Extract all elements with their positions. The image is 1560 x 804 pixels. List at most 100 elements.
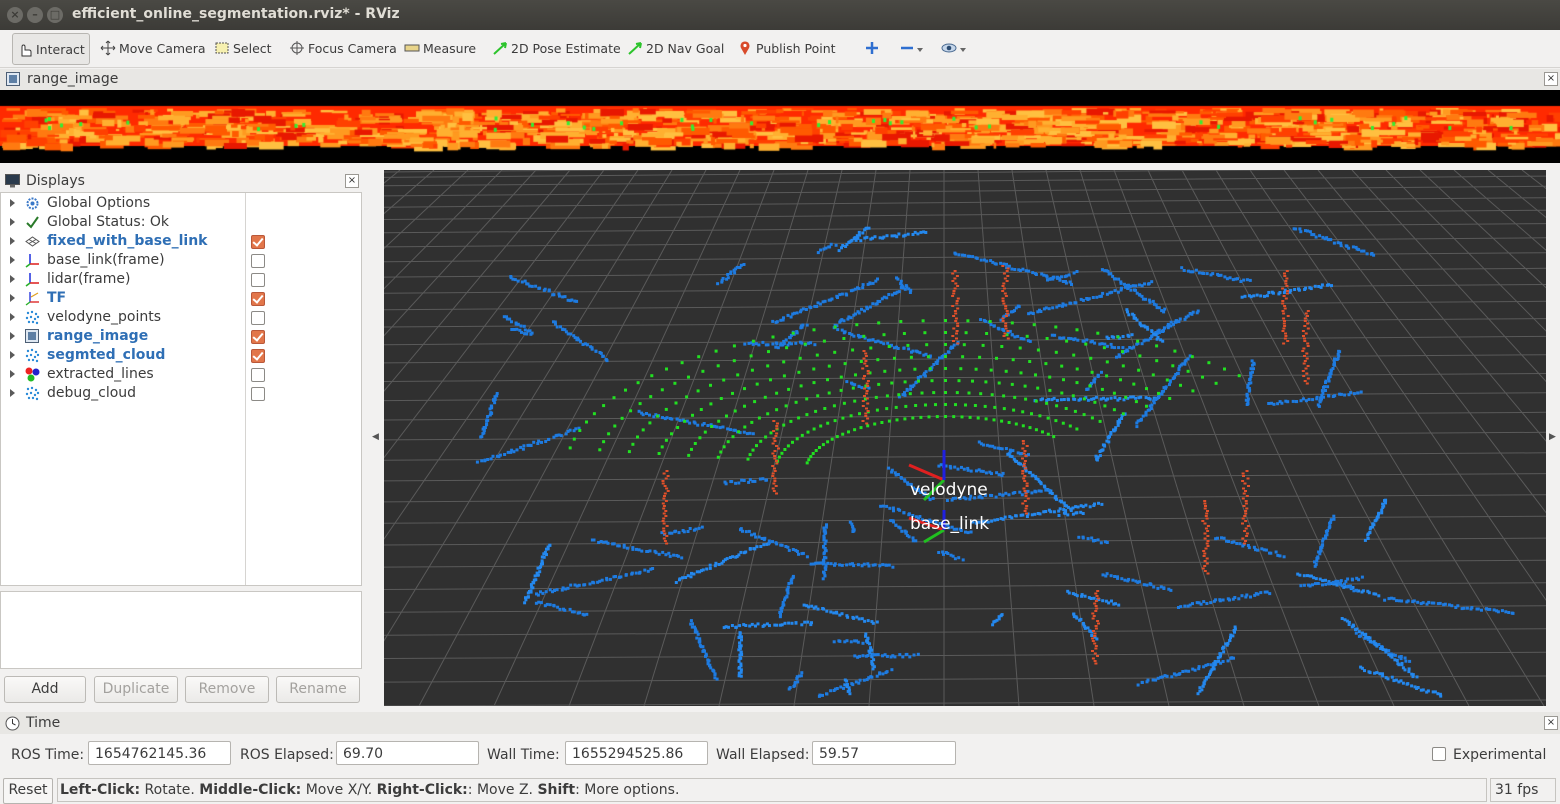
display-enabled-checkbox[interactable] xyxy=(251,330,265,344)
display-label: velodyne_points xyxy=(47,309,162,325)
display-label: lidar(frame) xyxy=(47,271,131,287)
display-enabled-checkbox[interactable] xyxy=(251,292,265,306)
tool-measure[interactable]: Measure xyxy=(400,33,480,63)
displays-panel: Displays × Global Options Global Status: … xyxy=(0,170,362,710)
display-enabled-checkbox[interactable] xyxy=(251,273,265,287)
display-label: segmted_cloud xyxy=(47,347,166,363)
maximize-window-button[interactable]: □ xyxy=(47,7,63,23)
rename-button[interactable]: Rename xyxy=(276,676,360,703)
expand-arrow-icon[interactable] xyxy=(10,294,15,302)
tool-select[interactable]: Select xyxy=(210,33,276,63)
plus-icon xyxy=(864,40,880,56)
tool-publish-point[interactable]: Publish Point xyxy=(733,33,840,63)
close-window-button[interactable]: × xyxy=(7,7,23,23)
display-row[interactable]: range_image xyxy=(1,327,361,346)
minimize-window-button[interactable]: – xyxy=(27,7,43,23)
tool-label: 2D Pose Estimate xyxy=(511,40,621,56)
monitor-icon xyxy=(5,174,20,192)
title-bar: × – □ efficient_online_segmentation.rviz… xyxy=(0,0,1560,30)
time-row: ROS Time: 1654762145.36 ROS Elapsed: 69.… xyxy=(0,741,1560,767)
display-description-box xyxy=(0,591,362,669)
expand-arrow-icon[interactable] xyxy=(10,332,15,340)
expand-arrow-icon[interactable] xyxy=(10,199,15,207)
experimental-checkbox[interactable] xyxy=(1432,747,1446,761)
remove-button[interactable]: Remove xyxy=(185,676,269,703)
display-row[interactable]: TF xyxy=(1,289,361,308)
display-label: TF xyxy=(47,290,67,306)
add-button[interactable]: Add xyxy=(4,676,86,703)
nav-goal-icon xyxy=(627,40,643,56)
ros-elapsed-field[interactable]: 69.70 xyxy=(336,741,479,765)
move-camera-icon xyxy=(100,40,116,56)
ros-time-field[interactable]: 1654762145.36 xyxy=(88,741,231,765)
pose-estimate-icon xyxy=(492,40,508,56)
hint-desc: : More options. xyxy=(575,782,680,798)
collapse-left-icon[interactable]: ◀ xyxy=(372,432,379,442)
wall-elapsed-field[interactable]: 59.57 xyxy=(812,741,956,765)
displays-panel-header: Displays × xyxy=(0,170,362,192)
hint-desc: Move X/Y. xyxy=(301,782,377,798)
displays-title: Displays xyxy=(26,173,85,189)
display-row[interactable]: extracted_lines xyxy=(1,365,361,384)
display-enabled-checkbox[interactable] xyxy=(251,368,265,382)
reset-button[interactable]: Reset xyxy=(3,778,53,804)
display-label: Global Options xyxy=(47,195,151,211)
display-label: Global Status: Ok xyxy=(47,214,170,230)
map-pin-icon xyxy=(737,40,753,56)
range-image-view xyxy=(0,90,1560,163)
expand-arrow-icon[interactable] xyxy=(10,275,15,283)
select-icon xyxy=(214,40,230,56)
expand-arrow-icon[interactable] xyxy=(10,256,15,264)
remove-tool-button[interactable] xyxy=(895,33,923,63)
display-enabled-checkbox[interactable] xyxy=(251,349,265,363)
display-row[interactable]: lidar(frame) xyxy=(1,270,361,289)
close-icon[interactable]: × xyxy=(1544,72,1558,86)
range-image-panel-title: range_image xyxy=(27,71,119,87)
tool-2d-nav-goal[interactable]: 2D Nav Goal xyxy=(623,33,728,63)
display-row[interactable]: debug_cloud xyxy=(1,384,361,403)
tool-focus-camera[interactable]: Focus Camera xyxy=(285,33,401,63)
expand-arrow-icon[interactable] xyxy=(10,370,15,378)
display-row[interactable]: Global Status: Ok xyxy=(1,213,361,232)
collapse-right-icon[interactable]: ▶ xyxy=(1549,432,1556,442)
image-icon xyxy=(6,72,20,90)
hint-key: Middle-Click: xyxy=(199,782,302,798)
expand-arrow-icon[interactable] xyxy=(10,237,15,245)
ros-time-label: ROS Time: xyxy=(11,747,85,763)
display-enabled-checkbox[interactable] xyxy=(251,387,265,401)
display-label: fixed_with_base_link xyxy=(47,233,208,249)
display-enabled-checkbox[interactable] xyxy=(251,311,265,325)
hint-desc: : Move Z. xyxy=(467,782,538,798)
expand-arrow-icon[interactable] xyxy=(10,351,15,359)
window-title: efficient_online_segmentation.rviz* - RV… xyxy=(72,6,400,22)
view-options-button[interactable] xyxy=(937,33,966,63)
expand-arrow-icon[interactable] xyxy=(10,389,15,397)
duplicate-button[interactable]: Duplicate xyxy=(94,676,178,703)
wall-time-label: Wall Time: xyxy=(487,747,560,763)
tool-2d-pose-estimate[interactable]: 2D Pose Estimate xyxy=(488,33,625,63)
time-panel-header: Time × xyxy=(0,712,1560,734)
close-icon[interactable]: × xyxy=(1544,716,1558,730)
grid-icon xyxy=(25,234,40,249)
tool-interact[interactable]: Interact xyxy=(12,33,90,65)
tool-label: Select xyxy=(233,40,272,56)
add-tool-button[interactable] xyxy=(860,33,887,63)
experimental-label: Experimental xyxy=(1453,747,1547,763)
display-row[interactable]: Global Options xyxy=(1,194,361,213)
wall-time-field[interactable]: 1655294525.86 xyxy=(565,741,708,765)
tf-frame-label: base_link xyxy=(910,514,989,534)
display-row[interactable]: base_link(frame) xyxy=(1,251,361,270)
display-row[interactable]: velodyne_points xyxy=(1,308,361,327)
display-label: base_link(frame) xyxy=(47,252,165,268)
tool-move-camera[interactable]: Move Camera xyxy=(96,33,210,63)
display-row[interactable]: fixed_with_base_link xyxy=(1,232,361,251)
display-enabled-checkbox[interactable] xyxy=(251,254,265,268)
toolbar: Interact Move Camera Select Focus Camera… xyxy=(0,30,1560,68)
clock-icon xyxy=(5,716,20,735)
display-enabled-checkbox[interactable] xyxy=(251,235,265,249)
expand-arrow-icon[interactable] xyxy=(10,313,15,321)
close-icon[interactable]: × xyxy=(345,174,359,188)
display-row[interactable]: segmted_cloud xyxy=(1,346,361,365)
expand-arrow-icon[interactable] xyxy=(10,218,15,226)
3d-viewport[interactable]: velodyne base_link xyxy=(0,161,1560,707)
